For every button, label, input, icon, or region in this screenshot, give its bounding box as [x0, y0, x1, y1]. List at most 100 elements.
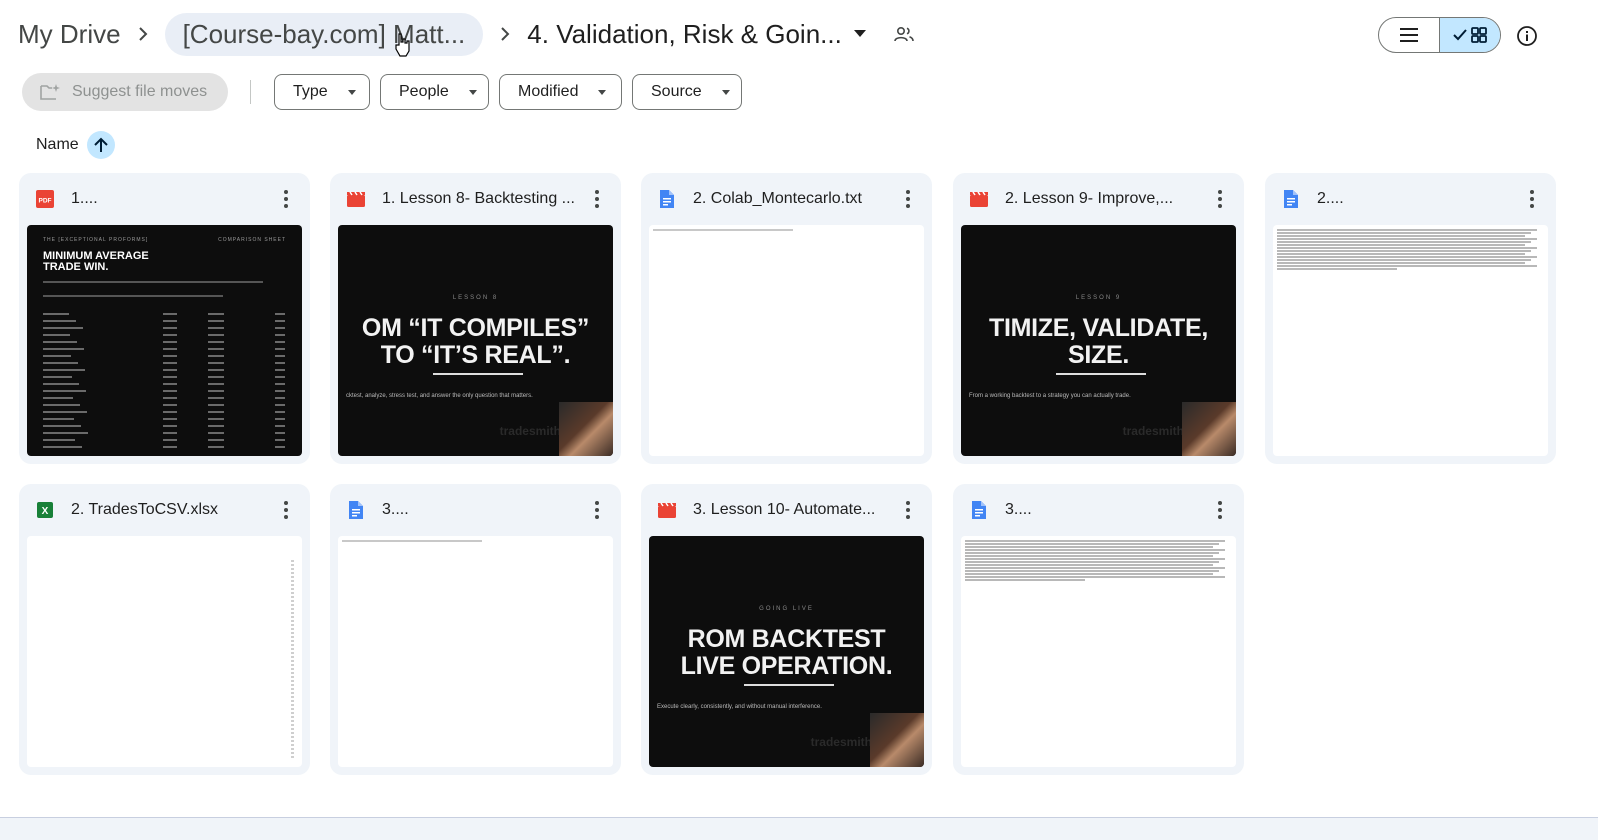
thumbnail-text-line — [965, 543, 1219, 545]
file-name: 1.... — [71, 190, 98, 207]
pdf-table-row — [43, 320, 286, 322]
more-actions-icon[interactable] — [894, 185, 922, 213]
more-actions-icon[interactable] — [583, 496, 611, 524]
more-actions-icon[interactable] — [272, 496, 300, 524]
file-card-header: X 2. TradesToCSV.xlsx — [19, 484, 310, 536]
slide-rule — [433, 373, 523, 375]
document-icon — [1281, 189, 1301, 209]
file-card[interactable]: 3. Lesson 10- Automate... GOING LIVE ROM B… — [641, 484, 932, 775]
file-card[interactable]: PDF 1.... THE [EXCEPTIONAL PROFORMS] COMPAR… — [19, 173, 310, 464]
pdf-table-row — [43, 341, 286, 343]
thumbnail-text-line — [965, 573, 1213, 575]
file-name: 2. Lesson 9- Improve,... — [1005, 190, 1174, 207]
thumbnail-text-line — [965, 570, 1219, 572]
people-icon[interactable] — [890, 20, 918, 48]
sheet-column — [291, 560, 294, 760]
slide-subtitle: From a working backtest to a strategy yo… — [969, 393, 1131, 399]
pdf-table-row — [43, 334, 286, 336]
pdf-table-row — [43, 362, 286, 364]
video-icon — [657, 500, 677, 520]
pdf-table-row — [43, 411, 286, 413]
slide-rule — [1056, 373, 1146, 375]
file-card-header: 3.... — [953, 484, 1244, 536]
more-actions-icon[interactable] — [1206, 185, 1234, 213]
thumbnail-text-line — [1277, 262, 1525, 264]
info-icon[interactable] — [1512, 21, 1542, 51]
more-actions-icon[interactable] — [272, 185, 300, 213]
file-name: 3.... — [1005, 501, 1032, 518]
slide-title: TIMIZE, VALIDATE, SIZE. — [989, 314, 1208, 369]
pointer-cursor-icon — [395, 33, 410, 57]
pdf-table-row — [43, 376, 286, 378]
file-card-header: PDF 1.... — [19, 173, 310, 225]
breadcrumb-my-drive[interactable]: My Drive — [18, 19, 121, 50]
more-actions-icon[interactable] — [1206, 496, 1234, 524]
presenter-video-inset — [559, 402, 613, 456]
pdf-table-row — [43, 327, 286, 329]
pdf-table-row — [43, 348, 286, 350]
file-thumbnail — [1273, 225, 1548, 456]
filter-label: Source — [651, 83, 702, 100]
thumbnail-text-line — [965, 540, 1225, 542]
dropdown-arrow-icon — [721, 89, 730, 95]
dropdown-arrow-icon — [468, 89, 477, 95]
document-icon — [346, 500, 366, 520]
pdf-table-row — [43, 390, 286, 392]
slide-title: ROM BACKTEST LIVE OPERATION. — [680, 625, 893, 680]
sort-label[interactable]: Name — [36, 136, 79, 154]
dropdown-arrow-icon — [347, 89, 356, 95]
pdf-text-line — [43, 295, 223, 297]
file-card[interactable]: X 2. TradesToCSV.xlsx — [19, 484, 310, 775]
filter-modified[interactable]: Modified — [499, 74, 622, 110]
thumbnail-text-line — [965, 555, 1213, 557]
presenter-video-inset — [1182, 402, 1236, 456]
pdf-table-row — [43, 404, 286, 406]
thumbnail-text-line — [965, 546, 1213, 548]
suggest-file-moves-button[interactable]: Suggest file moves — [22, 73, 228, 111]
thumbnail-text-line — [1277, 241, 1531, 243]
pdf-header: THE [EXCEPTIONAL PROFORMS] COMPARISON SHE… — [43, 237, 286, 243]
slide-subtitle: cktest, analyze, stress test, and answer… — [346, 393, 533, 399]
thumbnail-text-line — [653, 229, 793, 231]
thumbnail-text-line — [965, 561, 1219, 563]
thumbnail-text-line — [965, 567, 1225, 569]
list-view-button[interactable] — [1379, 18, 1439, 52]
svg-text:PDF: PDF — [39, 198, 52, 205]
pdf-table-row — [43, 446, 286, 448]
pdf-table-row — [43, 355, 286, 357]
chevron-down-icon[interactable] — [848, 22, 872, 46]
grid-view-button[interactable] — [1439, 18, 1500, 52]
file-card[interactable]: 2. Lesson 9- Improve,... LESSON 9 TIMIZE, … — [953, 173, 1244, 464]
filter-source[interactable]: Source — [632, 74, 742, 110]
watermark: tradesmith — [499, 424, 561, 438]
pdf-header-left: THE [EXCEPTIONAL PROFORMS] — [43, 237, 149, 243]
breadcrumb-current-folder[interactable]: 4. Validation, Risk & Goin... — [527, 19, 842, 50]
filter-type[interactable]: Type — [274, 74, 370, 110]
thumbnail-text-line — [1277, 259, 1531, 261]
file-card[interactable]: 2.... — [1265, 173, 1556, 464]
thumbnail-text-line — [965, 579, 1085, 581]
thumbnail-text-line — [1277, 232, 1531, 234]
file-card[interactable]: 3.... — [330, 484, 621, 775]
file-card-header: 3. Lesson 10- Automate... — [641, 484, 932, 536]
file-card-header: 2. Lesson 9- Improve,... — [953, 173, 1244, 225]
svg-text:X: X — [42, 506, 49, 517]
breadcrumb-parent-folder[interactable]: [Course-bay.com] Matt... — [164, 12, 484, 56]
file-card[interactable]: 3.... — [953, 484, 1244, 775]
more-actions-icon[interactable] — [894, 496, 922, 524]
thumbnail-text-line — [1277, 268, 1397, 270]
presenter-video-inset — [870, 713, 924, 767]
pdf-table-row — [43, 439, 286, 441]
file-name: 3. Lesson 10- Automate... — [693, 501, 876, 518]
filter-people[interactable]: People — [380, 74, 489, 110]
more-actions-icon[interactable] — [1518, 185, 1546, 213]
file-card[interactable]: 1. Lesson 8- Backtesting ... LESSON 8 OM “… — [330, 173, 621, 464]
thumbnail-text-line — [1277, 235, 1525, 237]
file-name: 3.... — [382, 501, 409, 518]
file-card-header: 2. Colab_Montecarlo.txt — [641, 173, 932, 225]
more-actions-icon[interactable] — [583, 185, 611, 213]
file-card[interactable]: 2. Colab_Montecarlo.txt — [641, 173, 932, 464]
excel-icon: X — [35, 500, 55, 520]
filter-label: Modified — [518, 83, 579, 100]
arrow-up-icon[interactable] — [86, 131, 115, 159]
